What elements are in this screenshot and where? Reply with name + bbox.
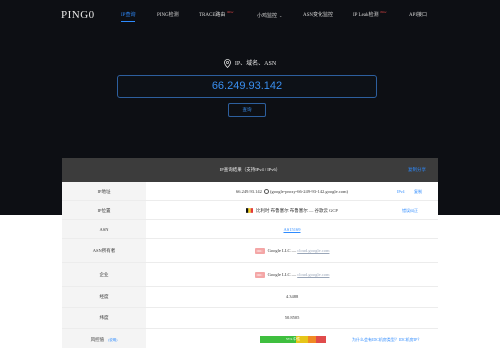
search-input[interactable]: 66.249.93.142 <box>117 75 377 98</box>
nav-asn-monitor[interactable]: ASN变化监控 <box>303 12 333 19</box>
nav-ip-leak[interactable]: IP Leak检测 New <box>353 10 387 19</box>
nav-monitor[interactable]: 小鸡监控 ⌄ <box>257 12 282 20</box>
ip-value: 66.249.93.142 (google-proxy-66-249-93-14… <box>236 189 348 195</box>
share-link[interactable]: 复制分享 <box>408 158 426 182</box>
globe-icon <box>264 189 269 195</box>
row-risk: 风控值 (说明) 55% 中性 <box>62 332 438 348</box>
chevron-down-icon: ⌄ <box>279 13 283 18</box>
org-link[interactable]: cloud.google.com <box>297 272 329 277</box>
help-link[interactable]: (说明) <box>108 338 117 342</box>
belgium-flag-icon <box>246 208 254 214</box>
row-label: 企业 <box>62 263 146 286</box>
row-location: IP位置 比利时 布鲁塞尔 布鲁塞尔 — 谷歌云 GCP 错误纠正 <box>62 201 438 220</box>
nav-ip-query[interactable]: IP查询 <box>121 12 136 22</box>
row-label: ASN <box>62 220 146 238</box>
row-label: 经度 <box>62 287 146 307</box>
idc-tag: IDC <box>254 271 265 278</box>
asn-owner-value: IDC Google LLC — cloud.google.com <box>254 247 330 254</box>
row-latitude: 纬度 50.8505 <box>62 308 438 329</box>
nav-trace[interactable]: TRACE路由 New <box>199 10 233 19</box>
row-label: ASN所有者 <box>62 239 146 262</box>
risk-bar-text: 55% 中性 <box>285 337 301 341</box>
new-badge: New <box>227 10 234 14</box>
nav-ping[interactable]: PING检测 <box>157 12 179 19</box>
longitude-value: 4.3488 <box>285 294 299 299</box>
row-org: 企业 IDC Google LLC — cloud.google.com <box>62 263 438 287</box>
row-label: IP位置 <box>62 201 146 219</box>
org-value: IDC Google LLC — cloud.google.com <box>254 271 330 278</box>
risk-bar: 55% 中性 <box>260 336 326 343</box>
row-asn: ASN AS15169 <box>62 220 438 239</box>
search-label: IP、域名、ASN <box>0 59 500 69</box>
asn-value[interactable]: AS15169 <box>146 220 438 238</box>
copy-link[interactable]: 复制 <box>414 182 422 201</box>
site-logo[interactable]: PING0 <box>61 9 95 21</box>
result-header: IP查询结果（支持IPv4 / IPv6） 复制分享 <box>62 158 438 182</box>
row-longitude: 经度 4.3488 <box>62 287 438 308</box>
idc-tag: IDC <box>254 247 265 254</box>
row-asn-owner: ASN所有者 IDC Google LLC — cloud.google.com <box>62 239 438 263</box>
location-pin-icon <box>223 59 231 69</box>
row-ip: IP地址 66.249.93.142 (google-proxy-66-249-… <box>62 182 438 201</box>
latitude-value: 50.8505 <box>284 315 300 320</box>
result-card: IP查询结果（支持IPv4 / IPv6） 复制分享 IP地址 66.249.9… <box>62 158 438 348</box>
top-navigation: PING0 IP查询 PING检测 TRACE路由 New 小鸡监控 ⌄ ASN变… <box>0 0 500 32</box>
ipv4-link[interactable]: IPv4 <box>397 182 405 201</box>
row-label: 风控值 (说明) <box>62 332 146 348</box>
owner-link[interactable]: cloud.google.com <box>297 248 329 253</box>
result-title: IP查询结果（支持IPv4 / IPv6） <box>219 167 281 172</box>
new-badge: New <box>380 10 387 14</box>
location-value: 比利时 布鲁塞尔 布鲁塞尔 — 谷歌云 GCP <box>146 201 438 219</box>
row-label: 纬度 <box>62 308 146 328</box>
correction-link[interactable]: 错误纠正 <box>402 201 418 220</box>
query-button[interactable]: 查询 <box>228 103 266 117</box>
row-label: IP地址 <box>62 182 146 200</box>
nav-api[interactable]: API接口 <box>409 12 427 19</box>
